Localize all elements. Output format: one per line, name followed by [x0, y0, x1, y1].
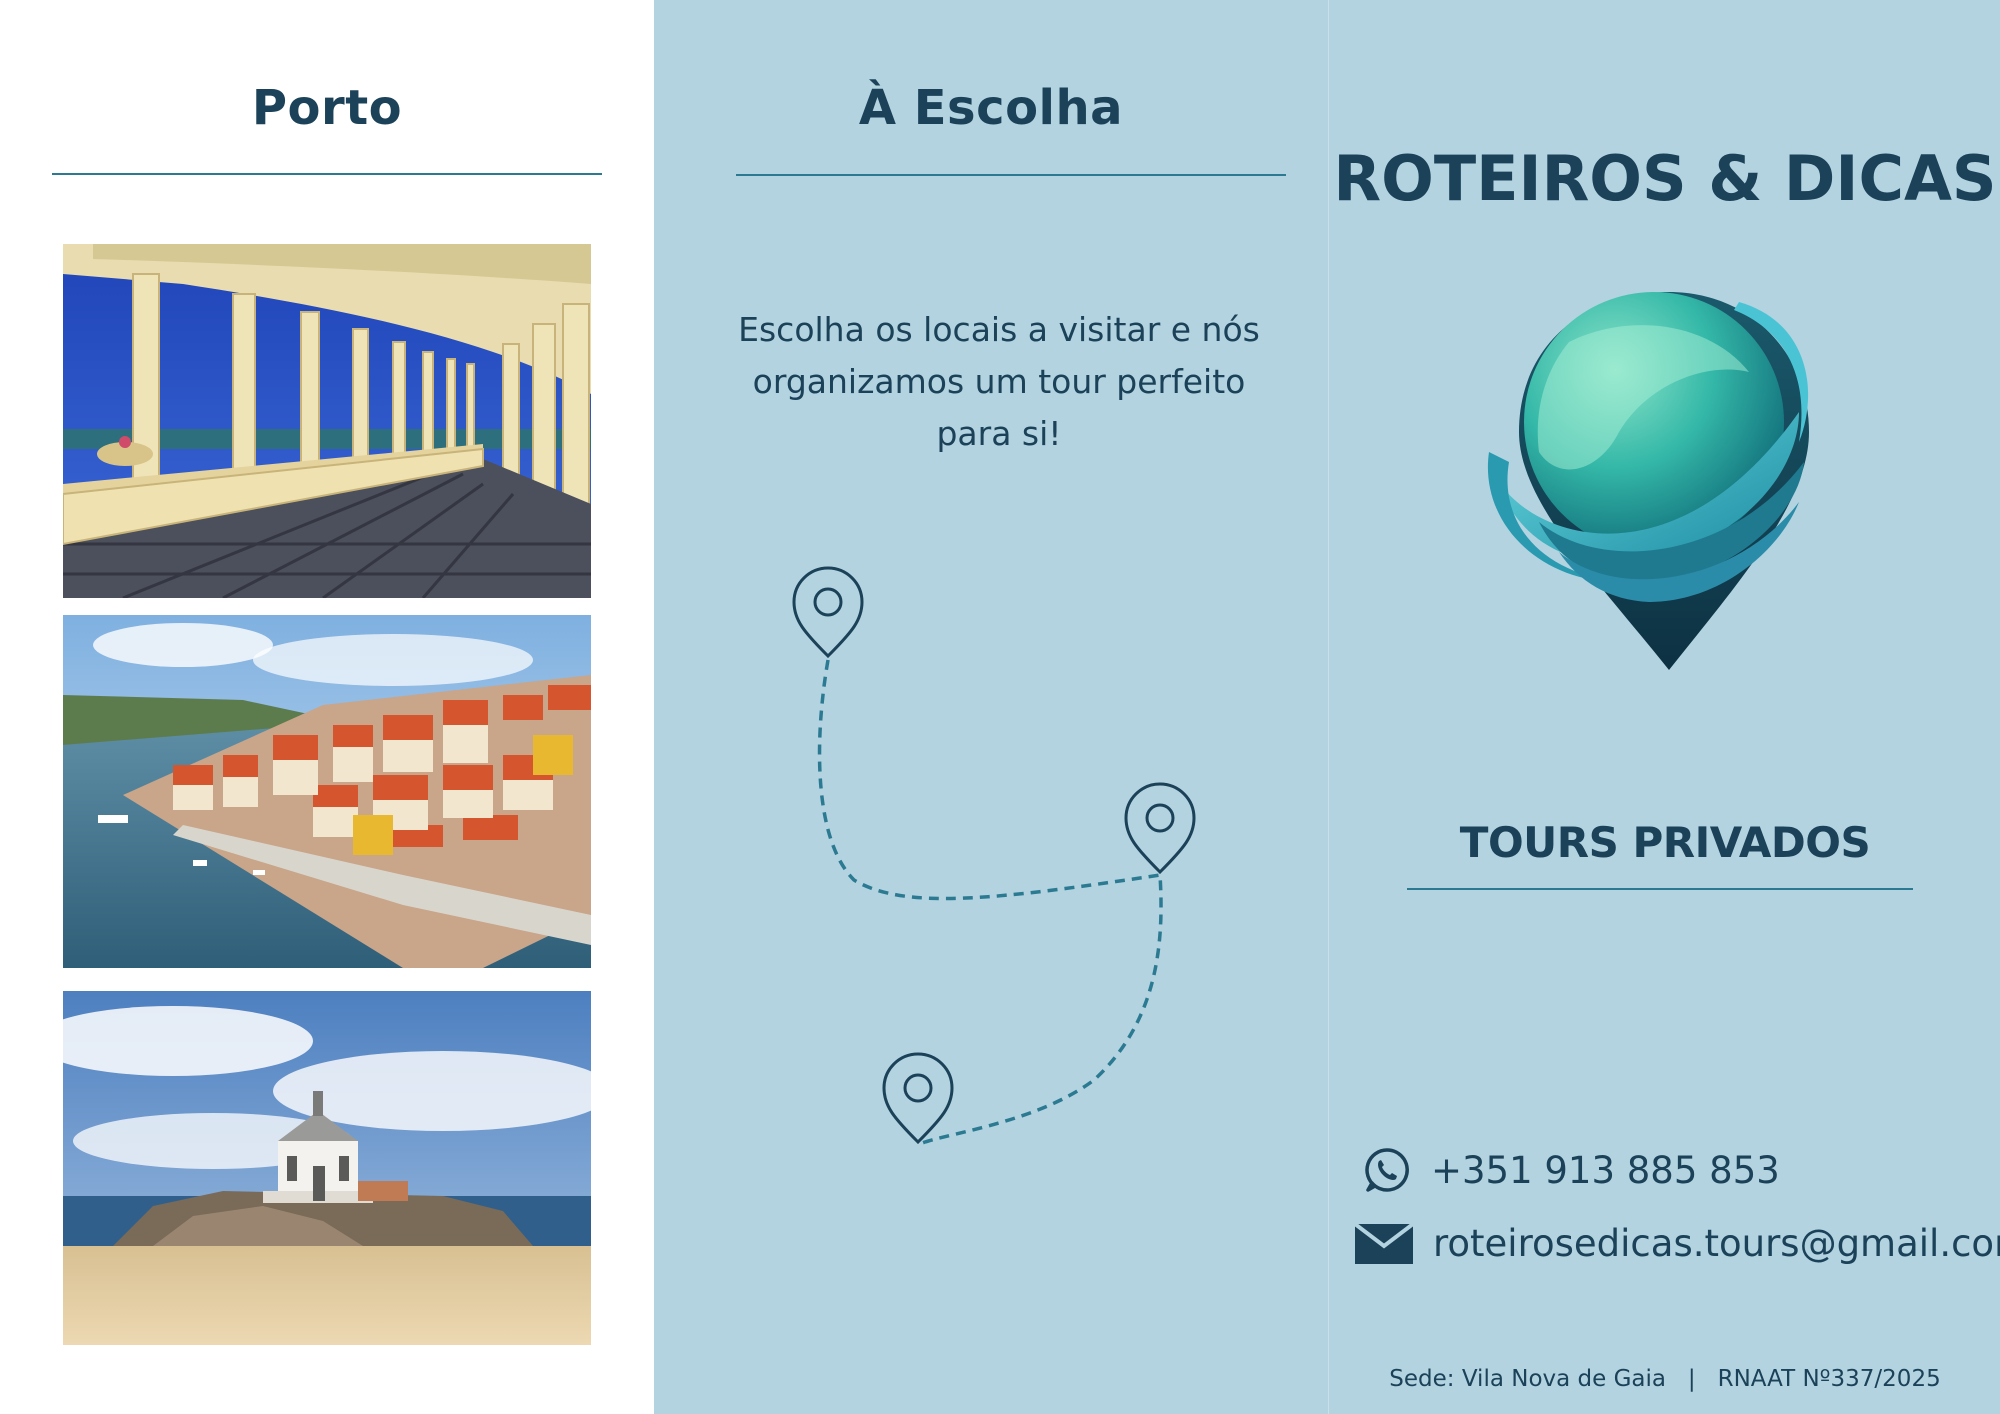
escolha-description: Escolha os locais a visitar e nós organi…: [734, 304, 1264, 460]
phone-number[interactable]: +351 913 885 853: [1431, 1149, 1780, 1192]
escolha-title: À Escolha: [858, 80, 1124, 136]
map-pin-icon: [1124, 782, 1196, 875]
description-line-3: para si!: [936, 414, 1062, 453]
porto-title: Porto: [251, 80, 403, 136]
middle-panel: À Escolha Escolha os locais a visitar e …: [654, 0, 1328, 1414]
envelope-icon: [1355, 1223, 1413, 1264]
senhor-da-pedra-chapel-photo: [63, 991, 591, 1345]
description-line-1: Escolha os locais a visitar e nós: [738, 310, 1260, 349]
contact-phone[interactable]: +351 913 885 853: [1363, 1146, 1780, 1194]
footer-text: Sede: Vila Nova de Gaia | RNAAT Nº337/20…: [1389, 1366, 1941, 1392]
globe-map-pin-logo: [1487, 292, 1809, 670]
tours-title: TOURS PRIVADOS: [1459, 818, 1871, 867]
dashed-route-line: [817, 659, 1163, 1147]
description-line-2: organizamos um tour perfeito: [752, 362, 1246, 401]
map-pin-icon: [882, 1052, 954, 1145]
contact-email[interactable]: roteirosedicas.tours@gmail.com: [1355, 1222, 2000, 1265]
brand-title: ROTEIROS & DICAS: [1333, 142, 1997, 215]
footer-info: Sede: Vila Nova de Gaia | RNAAT Nº337/20…: [1329, 1366, 2000, 1392]
escolha-divider: [736, 174, 1286, 176]
porto-colonnade-photo: [63, 244, 591, 598]
right-panel: ROTEIROS & DICAS TOURS PRIVADOS +351 913…: [1328, 0, 2000, 1414]
email-address[interactable]: roteirosedicas.tours@gmail.com: [1433, 1222, 2000, 1265]
porto-ribeira-photo: [63, 615, 591, 968]
route-map-illustration: [792, 566, 1196, 1147]
porto-divider: [52, 173, 602, 175]
left-panel: Porto: [0, 0, 654, 1414]
tours-divider: [1407, 888, 1913, 890]
map-pin-icon: [792, 566, 864, 659]
whatsapp-icon: [1365, 1148, 1409, 1192]
